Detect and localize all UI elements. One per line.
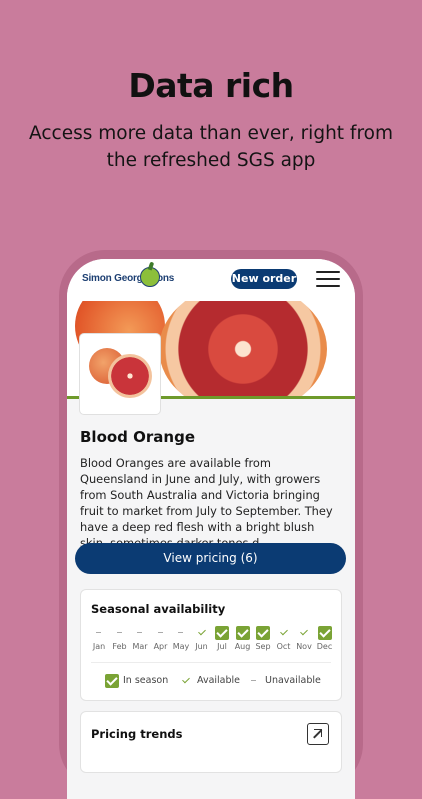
month-jun: Jun bbox=[192, 626, 212, 656]
seasonal-availability-card: Seasonal availability Jan Feb Mar Apr Ma… bbox=[80, 589, 342, 701]
month-may: May bbox=[171, 626, 191, 656]
thumbnail-half-orange bbox=[108, 354, 152, 398]
sliced-orange-image bbox=[159, 301, 327, 399]
month-feb: Feb bbox=[110, 626, 130, 656]
expand-icon[interactable] bbox=[307, 723, 329, 745]
available-check-icon bbox=[195, 626, 209, 640]
view-pricing-button[interactable]: View pricing (6) bbox=[75, 543, 346, 574]
promo-headline: Data rich bbox=[128, 66, 294, 105]
in-season-checkbox-icon bbox=[215, 626, 229, 640]
app-screen: Simon George Sons New order Blood Orange… bbox=[67, 259, 355, 799]
seasonal-title: Seasonal availability bbox=[91, 602, 226, 616]
month-aug: Aug bbox=[233, 626, 253, 656]
product-thumbnail[interactable] bbox=[79, 333, 161, 415]
new-order-button[interactable]: New order bbox=[231, 269, 297, 289]
month-jul: Jul bbox=[212, 626, 232, 656]
hamburger-menu-icon[interactable] bbox=[316, 271, 340, 287]
month-grid: Jan Feb Mar Apr May Jun Jul Aug Sep Oct … bbox=[89, 626, 335, 656]
available-check-icon bbox=[277, 626, 291, 640]
pricing-trends-title: Pricing trends bbox=[91, 727, 183, 741]
in-season-checkbox-icon bbox=[317, 626, 332, 640]
brand-logo[interactable]: Simon George Sons bbox=[82, 273, 174, 284]
pricing-trends-card: Pricing trends bbox=[80, 711, 342, 773]
card-divider bbox=[91, 662, 331, 663]
month-oct: Oct bbox=[274, 626, 294, 656]
promo-subline: Access more data than ever, right from t… bbox=[29, 123, 393, 171]
in-season-checkbox-icon bbox=[105, 674, 119, 688]
unavailable-dash-icon bbox=[92, 626, 106, 640]
available-check-icon bbox=[179, 674, 193, 688]
phone-frame: Simon George Sons New order Blood Orange… bbox=[59, 250, 363, 799]
unavailable-dash-icon bbox=[174, 626, 188, 640]
availability-legend: In season Available Unavailable bbox=[105, 674, 325, 692]
month-dec: Dec bbox=[315, 626, 335, 656]
unavailable-dash-icon bbox=[133, 626, 147, 640]
product-description: Blood Oranges are available from Queensl… bbox=[80, 456, 333, 550]
unavailable-dash-icon bbox=[154, 626, 168, 640]
unavailable-dash-icon bbox=[113, 626, 127, 640]
month-nov: Nov bbox=[294, 626, 314, 656]
available-check-icon bbox=[297, 626, 311, 640]
month-sep: Sep bbox=[253, 626, 273, 656]
month-jan: Jan bbox=[89, 626, 109, 656]
unavailable-dash-icon bbox=[247, 674, 261, 688]
brand-fruit-icon bbox=[140, 267, 160, 287]
in-season-checkbox-icon bbox=[256, 626, 270, 640]
month-apr: Apr bbox=[151, 626, 171, 656]
top-bar: Simon George Sons New order bbox=[67, 259, 355, 301]
product-title: Blood Orange bbox=[80, 428, 196, 446]
in-season-checkbox-icon bbox=[235, 626, 250, 640]
month-mar: Mar bbox=[130, 626, 150, 656]
